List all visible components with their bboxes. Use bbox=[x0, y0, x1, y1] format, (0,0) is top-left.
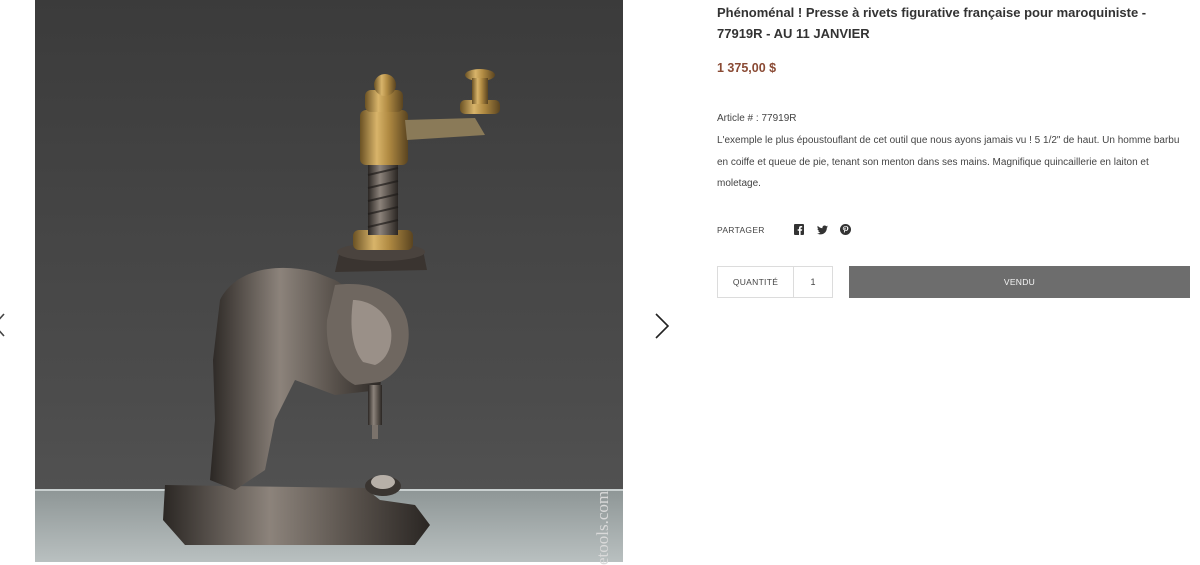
quantity-stepper: QUANTITÉ bbox=[717, 266, 833, 298]
chevron-left-icon bbox=[0, 313, 5, 337]
share-label: PARTAGER bbox=[717, 224, 765, 235]
product-image[interactable] bbox=[35, 0, 623, 562]
quantity-input[interactable] bbox=[794, 267, 832, 297]
twitter-icon[interactable] bbox=[816, 223, 829, 236]
pinterest-icon[interactable] bbox=[839, 223, 852, 236]
share-row: PARTAGER bbox=[717, 223, 852, 236]
product-price: 1 375,00 $ bbox=[717, 61, 777, 75]
product-title: Phénoménal ! Presse à rivets figurative … bbox=[717, 5, 1147, 41]
gallery-next-arrow[interactable] bbox=[651, 312, 673, 340]
product-sku: Article # : 77919R bbox=[717, 113, 797, 124]
image-watermark: etools.com bbox=[593, 490, 612, 565]
product-description: L'exemple le plus époustouflant de cet o… bbox=[717, 135, 1180, 189]
facebook-icon[interactable] bbox=[793, 223, 806, 236]
gallery-prev-arrow[interactable] bbox=[0, 312, 10, 338]
share-icons bbox=[793, 223, 852, 236]
sold-button[interactable]: VENDU bbox=[849, 266, 1190, 298]
chevron-right-icon bbox=[655, 313, 670, 339]
product-photo-illustration bbox=[35, 69, 623, 562]
quantity-label: QUANTITÉ bbox=[718, 267, 794, 297]
